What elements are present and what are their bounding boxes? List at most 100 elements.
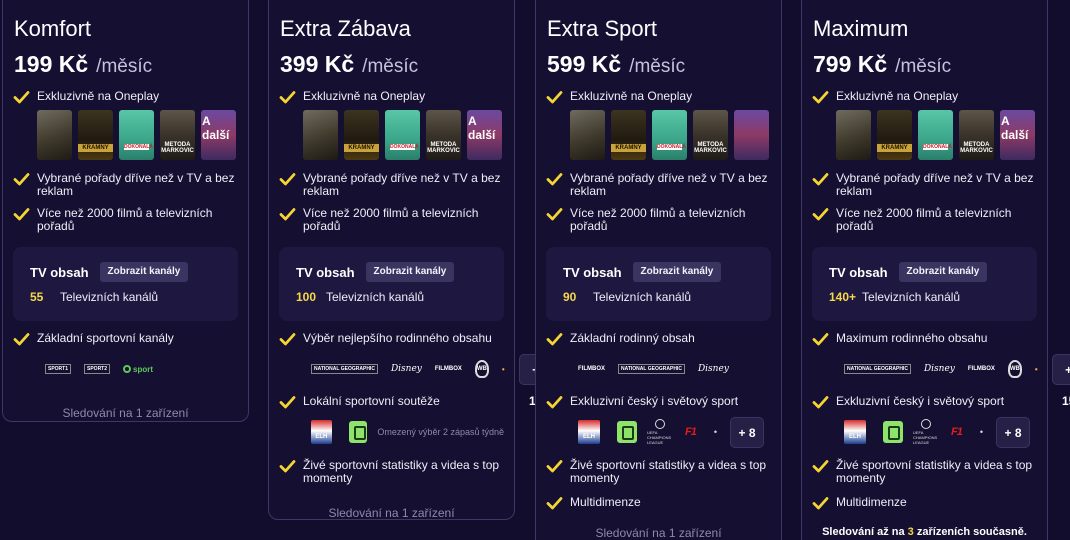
feature-live-stats: Živé sportovní statistiky a videa s top … — [546, 459, 771, 485]
plan-price: 599 Kč — [547, 51, 622, 77]
show-thumbnail[interactable]: METODA MARKOVIC — [693, 110, 728, 160]
show-channels-button[interactable]: Zobrazit kanály — [99, 262, 189, 282]
sport-logos: ELH UEFA CHAMPIONS LEAGUE F1 • + 8 — [578, 416, 771, 448]
channel-count: 100 — [296, 290, 317, 304]
show-thumbnail[interactable]: DOKONALÁ — [385, 110, 420, 160]
exclusive-thumbnails: KRAMNY DOKONALÁ METODA MARKOVIC A další — [303, 110, 504, 160]
show-thumbnail[interactable]: METODA MARKOVIC — [426, 110, 461, 160]
check-icon — [546, 332, 563, 346]
elh-logo: ELH — [311, 420, 332, 444]
more-shows-thumbnail[interactable]: A další — [1000, 110, 1035, 160]
show-channels-button[interactable]: Zobrazit kanály — [898, 262, 988, 282]
oneplay-league-logo — [617, 421, 637, 443]
filmbox-logo: FILMBOX — [578, 366, 605, 372]
feature-exclusive: Exkluzivně na Oneplay — [812, 90, 1037, 104]
show-thumbnail[interactable] — [836, 110, 871, 160]
show-thumbnail[interactable]: METODA MARKOVIC — [959, 110, 994, 160]
plan-card-extra-sport[interactable]: Extra Sport 599 Kč /měsíc Exkluzivně na … — [535, 0, 782, 540]
price-period: /měsíc — [96, 56, 153, 77]
more-shows-thumbnail[interactable]: A další — [467, 110, 502, 160]
show-thumbnail[interactable]: DOKONALÁ — [119, 110, 154, 160]
check-icon — [13, 90, 30, 104]
disney-logo: Disney — [923, 364, 955, 374]
price-row: 799 Kč /měsíc — [812, 51, 1037, 81]
family-channel-logos: NATIONAL GEOGRAPHIC Disney FILMBOX WB • … — [844, 353, 1070, 408]
device-count: 3 — [907, 526, 914, 538]
sport-channel-logos: SPORT1 SPORT2 sport — [45, 354, 238, 384]
disney-logo: Disney — [697, 364, 729, 374]
device-limit: Sledování na 1 zařízení — [595, 526, 722, 540]
feature-live-stats: Živé sportovní statistiky a videa s top … — [279, 459, 504, 485]
natgeo-logo: NATIONAL GEOGRAPHIC — [311, 364, 378, 374]
check-icon — [812, 90, 829, 104]
more-sports-button[interactable]: + 8 — [730, 416, 764, 448]
plan-card-maximum[interactable]: Maximum 799 Kč /měsíc Exkluzivně na Onep… — [801, 0, 1070, 540]
tv-content-title: TV obsah — [296, 264, 355, 280]
check-icon — [279, 332, 296, 346]
more-sports-button[interactable]: + 8 — [996, 416, 1030, 448]
channel-label: Televizních kanálů — [593, 290, 692, 304]
feature-exclusive: Exkluzivně na Oneplay — [546, 90, 771, 104]
show-thumbnail[interactable]: KRAMNY — [877, 110, 912, 160]
plan-card-komfort[interactable]: Komfort 199 Kč /měsíc Exkluzivně na Onep… — [2, 0, 249, 422]
natgeo-logo: NATIONAL GEOGRAPHIC — [618, 364, 685, 374]
feature-exclusive: Exkluzivně na Oneplay — [13, 90, 238, 104]
show-thumbnail[interactable]: METODA MARKOVIC — [160, 110, 195, 160]
show-channels-button[interactable]: Zobrazit kanály — [365, 262, 455, 282]
price-period: /měsíc — [362, 56, 419, 77]
check-icon — [812, 395, 829, 409]
show-thumbnail[interactable]: DOKONALÁ — [652, 110, 687, 160]
channel-logo: • — [501, 364, 505, 374]
tv-content-box: TV obsah Zobrazit kanály 100 Televizních… — [279, 247, 504, 321]
feature-library: Více než 2000 filmů a televizních pořadů — [546, 207, 771, 233]
more-shows-thumbnail[interactable] — [734, 110, 769, 160]
show-thumbnail[interactable]: KRAMNY — [611, 110, 646, 160]
oneplay-league-logo — [348, 421, 368, 443]
feature-exclusive: Exkluzivně na Oneplay — [279, 90, 504, 104]
feature-family-content: Výběr nejlepšího rodinného obsahu — [279, 332, 504, 346]
plan-name: Extra Zábava — [280, 16, 411, 41]
show-channels-button[interactable]: Zobrazit kanály — [632, 262, 722, 282]
plan-card-extra-zabava[interactable]: Extra Zábava 399 Kč /měsíc Exkluzivně na… — [268, 0, 553, 520]
feature-live-stats: Živé sportovní statistiky a videa s top … — [812, 459, 1037, 485]
show-thumbnail[interactable]: KRAMNY — [344, 110, 379, 160]
channel-count: 140+ — [829, 290, 857, 304]
channel-label: Televizních kanálů — [60, 290, 159, 304]
feature-early: Vybrané pořady dříve než v TV a bez rekl… — [812, 172, 1037, 198]
more-shows-thumbnail[interactable]: A další — [201, 110, 236, 160]
ct-sport-logo: sport — [123, 365, 153, 374]
check-icon — [13, 172, 30, 186]
natgeo-logo: NATIONAL GEOGRAPHIC — [844, 364, 911, 374]
elh-logo: ELH — [844, 420, 866, 444]
check-icon — [279, 207, 296, 221]
tv-content-box: TV obsah Zobrazit kanály 90 Televizních … — [546, 247, 771, 321]
feature-early: Vybrané pořady dříve než v TV a bez rekl… — [546, 172, 771, 198]
feature-early: Vybrané pořady dříve než v TV a bez rekl… — [13, 172, 238, 198]
plan-name: Maximum — [813, 16, 909, 41]
elh-logo: ELH — [578, 420, 600, 444]
feature-library: Více než 2000 filmů a televizních pořadů — [13, 207, 238, 233]
price-row: 599 Kč /měsíc — [546, 51, 771, 81]
device-limit: Sledování na 1 zařízení — [62, 406, 189, 420]
more-channels-button[interactable]: + 15 — [1051, 353, 1070, 408]
price-period: /měsíc — [629, 56, 686, 77]
tv-content-title: TV obsah — [563, 264, 622, 280]
show-thumbnail[interactable]: KRAMNY — [78, 110, 113, 160]
family-channel-logos: NATIONAL GEOGRAPHIC Disney FILMBOX WB • … — [311, 353, 553, 408]
check-icon — [13, 207, 30, 221]
show-thumbnail[interactable] — [570, 110, 605, 160]
check-icon — [812, 332, 829, 346]
check-icon — [546, 172, 563, 186]
plan-price: 199 Kč — [14, 51, 89, 77]
channel-count: 90 — [563, 290, 577, 304]
price-row: 399 Kč /měsíc — [279, 51, 504, 81]
show-thumbnail[interactable] — [303, 110, 338, 160]
show-thumbnail[interactable] — [37, 110, 72, 160]
channel-logo: • — [979, 427, 983, 437]
check-icon — [546, 496, 563, 510]
feature-sport: Exkluzivní český i světový sport — [812, 395, 1037, 409]
check-icon — [812, 496, 829, 510]
show-thumbnail[interactable]: DOKONALÁ — [918, 110, 953, 160]
check-icon — [812, 207, 829, 221]
channel-count: 55 — [30, 290, 44, 304]
